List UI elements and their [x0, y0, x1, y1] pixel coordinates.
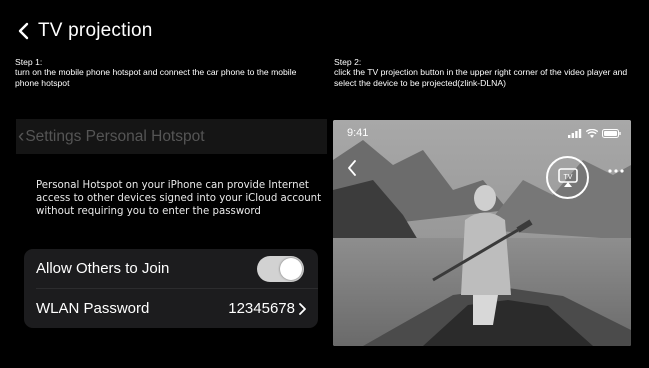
step-2-label: Step 2: [334, 57, 362, 67]
settings-group: Allow Others to Join WLAN Password 12345… [24, 249, 318, 328]
hotspot-description: Personal Hotspot on your iPhone can prov… [36, 180, 322, 217]
status-time: 9:41 [347, 127, 369, 139]
allow-others-toggle[interactable] [257, 255, 304, 282]
step-1-label: Step 1: [15, 57, 43, 67]
battery-icon [602, 128, 621, 138]
hotspot-settings-illustration: ‹ Settings Personal Hotspot Personal Hot… [16, 119, 327, 357]
chevron-left-icon [18, 22, 28, 40]
settings-nav-title: Settings Personal Hotspot [25, 127, 205, 145]
tv-cast-icon: TV [557, 167, 578, 187]
phone-status-bar: 9:41 [333, 120, 631, 146]
step-1-instructions: Step 1: turn on the mobile phone hotspot… [15, 57, 320, 88]
tv-label: TV [563, 173, 572, 180]
wifi-icon [586, 128, 598, 138]
more-icon [608, 169, 624, 173]
step-2-text: click the TV projection button in the up… [334, 67, 628, 88]
header: TV projection [14, 18, 153, 44]
status-icons [568, 128, 621, 138]
more-button[interactable] [608, 160, 624, 176]
video-back-icon [348, 160, 356, 176]
page-title: TV projection [38, 20, 153, 41]
allow-others-label: Allow Others to Join [36, 260, 170, 277]
video-frame-image [333, 120, 631, 346]
video-player-illustration: 9:41 TV [333, 120, 631, 346]
toggle-knob [280, 257, 302, 280]
wlan-password-value: 12345678 [228, 300, 295, 317]
allow-others-row: Allow Others to Join [24, 249, 318, 288]
wlan-password-row: WLAN Password 12345678 [24, 289, 318, 328]
back-button[interactable] [14, 20, 32, 42]
video-back-button[interactable] [347, 160, 361, 180]
wlan-password-label: WLAN Password [36, 300, 150, 317]
step-1-text: turn on the mobile phone hotspot and con… [15, 67, 297, 88]
chevron-right-icon [299, 302, 306, 315]
step-2-instructions: Step 2: click the TV projection button i… [334, 57, 634, 88]
wlan-password-value-group: 12345678 [228, 300, 306, 317]
tv-projection-button[interactable]: TV [546, 156, 589, 199]
signal-icon [568, 128, 582, 138]
settings-back-icon: ‹ [18, 125, 25, 147]
settings-nav-bar: ‹ Settings Personal Hotspot [16, 119, 327, 154]
